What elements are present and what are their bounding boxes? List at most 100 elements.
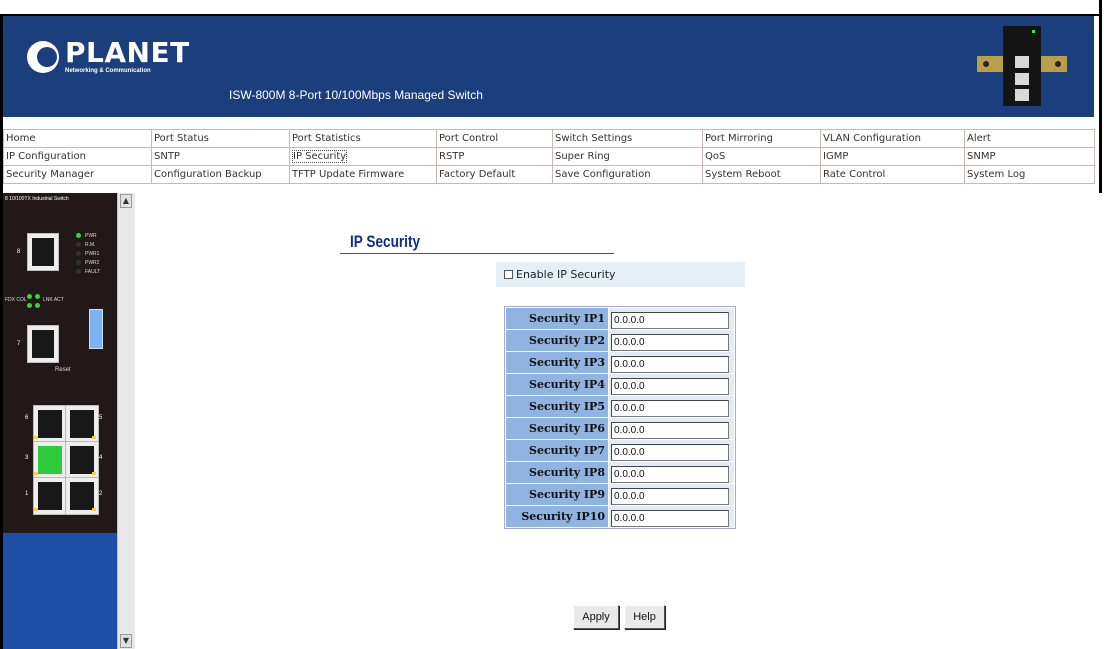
apply-button[interactable]: Apply bbox=[573, 605, 619, 629]
menu-item-label[interactable]: RSTP bbox=[439, 151, 464, 162]
port-7-icon[interactable] bbox=[27, 325, 59, 363]
panel-scrollbar[interactable]: ▲ ▼ bbox=[117, 193, 135, 649]
security-ip-label: Security IP1 bbox=[506, 308, 608, 329]
col-led-icon bbox=[27, 303, 32, 308]
fdx-led-icon bbox=[27, 294, 32, 299]
menu-item-label[interactable]: IGMP bbox=[823, 151, 848, 162]
security-ip-row: Security IP1 bbox=[506, 308, 734, 329]
menu-item-vlan-configuration[interactable]: VLAN Configuration bbox=[820, 129, 965, 148]
menu-item-label[interactable]: SNMP bbox=[967, 151, 996, 162]
menu-item-rstp[interactable]: RSTP bbox=[436, 147, 553, 166]
security-ip-10-input[interactable] bbox=[611, 510, 729, 527]
switch-front-panel: 8 10/100TX Industrial Switch 8 PWR R.M. … bbox=[3, 193, 117, 533]
main-menu: Home Port Status Port Statistics Port Contr… bbox=[3, 129, 1095, 184]
menu-item-label[interactable]: QoS bbox=[705, 151, 725, 162]
menu-item-label[interactable]: Port Mirroring bbox=[705, 133, 773, 144]
security-ip-table: Security IP1Security IP2Security IP3Secu… bbox=[504, 306, 736, 529]
security-ip-5-input[interactable] bbox=[611, 400, 729, 417]
menu-item-label[interactable]: System Log bbox=[967, 169, 1025, 180]
menu-item-igmp[interactable]: IGMP bbox=[820, 147, 965, 166]
security-ip-4-input[interactable] bbox=[611, 378, 729, 395]
port-1-icon[interactable] bbox=[33, 477, 67, 515]
security-ip-7-input[interactable] bbox=[611, 444, 729, 461]
menu-item-ip-configuration[interactable]: IP Configuration bbox=[3, 147, 152, 166]
security-ip-cell bbox=[609, 374, 734, 395]
enable-ip-security-label[interactable]: Enable IP Security bbox=[516, 268, 616, 281]
menu-item-snmp[interactable]: SNMP bbox=[964, 147, 1095, 166]
menu-item-label[interactable]: SNTP bbox=[154, 151, 180, 162]
menu-item-port-status[interactable]: Port Status bbox=[151, 129, 290, 148]
security-ip-9-input[interactable] bbox=[611, 488, 729, 505]
menu-item-system-reboot[interactable]: System Reboot bbox=[702, 165, 821, 184]
logo-word: PLANET bbox=[65, 36, 190, 69]
pwr-led-icon bbox=[76, 233, 81, 238]
rm-led-icon bbox=[76, 242, 81, 247]
security-ip-cell bbox=[609, 352, 734, 373]
scroll-down-icon[interactable]: ▼ bbox=[120, 634, 132, 648]
menu-item-tftp-update-firmware[interactable]: TFTP Update Firmware bbox=[289, 165, 437, 184]
menu-item-label[interactable]: Port Control bbox=[439, 133, 498, 144]
menu-item-switch-settings[interactable]: Switch Settings bbox=[552, 129, 703, 148]
port-led-icon bbox=[92, 436, 96, 439]
security-ip-2-input[interactable] bbox=[611, 334, 729, 351]
menu-item-label[interactable]: Switch Settings bbox=[555, 133, 632, 144]
menu-item-label[interactable]: Port Status bbox=[154, 133, 209, 144]
menu-item-label[interactable]: Super Ring bbox=[555, 151, 610, 162]
device-panel: 8 10/100TX Industrial Switch 8 PWR R.M. … bbox=[3, 193, 117, 649]
port-3-icon[interactable] bbox=[33, 441, 67, 479]
act-led-icon bbox=[35, 303, 40, 308]
menu-item-home[interactable]: Home bbox=[3, 129, 152, 148]
planet-logo: PLANET Networking & Communication bbox=[27, 36, 190, 78]
device-panel-title: 8 10/100TX Industrial Switch bbox=[5, 196, 69, 202]
enable-ip-security-checkbox[interactable] bbox=[504, 270, 513, 279]
menu-item-sntp[interactable]: SNTP bbox=[151, 147, 290, 166]
menu-item-factory-default[interactable]: Factory Default bbox=[436, 165, 553, 184]
scroll-up-icon[interactable]: ▲ bbox=[120, 194, 132, 208]
help-button[interactable]: Help bbox=[624, 605, 665, 629]
menu-item-label[interactable]: Configuration Backup bbox=[154, 169, 262, 180]
frame-right-border bbox=[1099, 0, 1102, 193]
logo-circle-icon bbox=[27, 41, 59, 73]
menu-item-rate-control[interactable]: Rate Control bbox=[820, 165, 965, 184]
menu-item-port-control[interactable]: Port Control bbox=[436, 129, 553, 148]
title-underline bbox=[340, 253, 614, 254]
fault-led-icon bbox=[76, 269, 81, 274]
menu-item-label[interactable]: IP Security bbox=[292, 150, 348, 163]
security-ip-cell bbox=[609, 440, 734, 461]
menu-item-label[interactable]: IP Configuration bbox=[6, 151, 86, 162]
menu-item-label[interactable]: Alert bbox=[967, 133, 991, 144]
menu-item-label[interactable]: TFTP Update Firmware bbox=[292, 169, 404, 180]
lnk-led-icon bbox=[35, 294, 40, 299]
menu-item-system-log[interactable]: System Log bbox=[964, 165, 1095, 184]
menu-item-alert[interactable]: Alert bbox=[964, 129, 1095, 148]
led-label: PWR1 bbox=[85, 251, 100, 257]
menu-item-save-configuration[interactable]: Save Configuration bbox=[552, 165, 703, 184]
menu-item-label[interactable]: Rate Control bbox=[823, 169, 885, 180]
menu-item-ip-security[interactable]: IP Security bbox=[289, 147, 437, 166]
menu-item-super-ring[interactable]: Super Ring bbox=[552, 147, 703, 166]
menu-item-label[interactable]: VLAN Configuration bbox=[823, 133, 921, 144]
switch-device-image bbox=[977, 26, 1067, 106]
menu-item-label[interactable]: Save Configuration bbox=[555, 169, 651, 180]
port-number: 8 bbox=[17, 249, 21, 255]
port-8-icon[interactable] bbox=[27, 233, 59, 271]
security-ip-label: Security IP5 bbox=[506, 396, 608, 417]
menu-item-label[interactable]: Factory Default bbox=[439, 169, 515, 180]
menu-item-security-manager[interactable]: Security Manager bbox=[3, 165, 152, 184]
menu-item-port-statistics[interactable]: Port Statistics bbox=[289, 129, 437, 148]
security-ip-3-input[interactable] bbox=[611, 356, 729, 373]
security-ip-8-input[interactable] bbox=[611, 466, 729, 483]
menu-item-label[interactable]: Security Manager bbox=[6, 169, 94, 180]
menu-item-label[interactable]: Home bbox=[6, 133, 36, 144]
security-ip-6-input[interactable] bbox=[611, 422, 729, 439]
security-ip-label: Security IP2 bbox=[506, 330, 608, 351]
menu-item-port-mirroring[interactable]: Port Mirroring bbox=[702, 129, 821, 148]
menu-item-label[interactable]: System Reboot bbox=[705, 169, 781, 180]
page-title: IP Security bbox=[350, 232, 421, 251]
menu-item-qos[interactable]: QoS bbox=[702, 147, 821, 166]
led-label: PWR bbox=[85, 233, 97, 239]
menu-item-configuration-backup[interactable]: Configuration Backup bbox=[151, 165, 290, 184]
security-ip-1-input[interactable] bbox=[611, 312, 729, 329]
port-6-icon[interactable] bbox=[33, 405, 67, 443]
menu-item-label[interactable]: Port Statistics bbox=[292, 133, 361, 144]
